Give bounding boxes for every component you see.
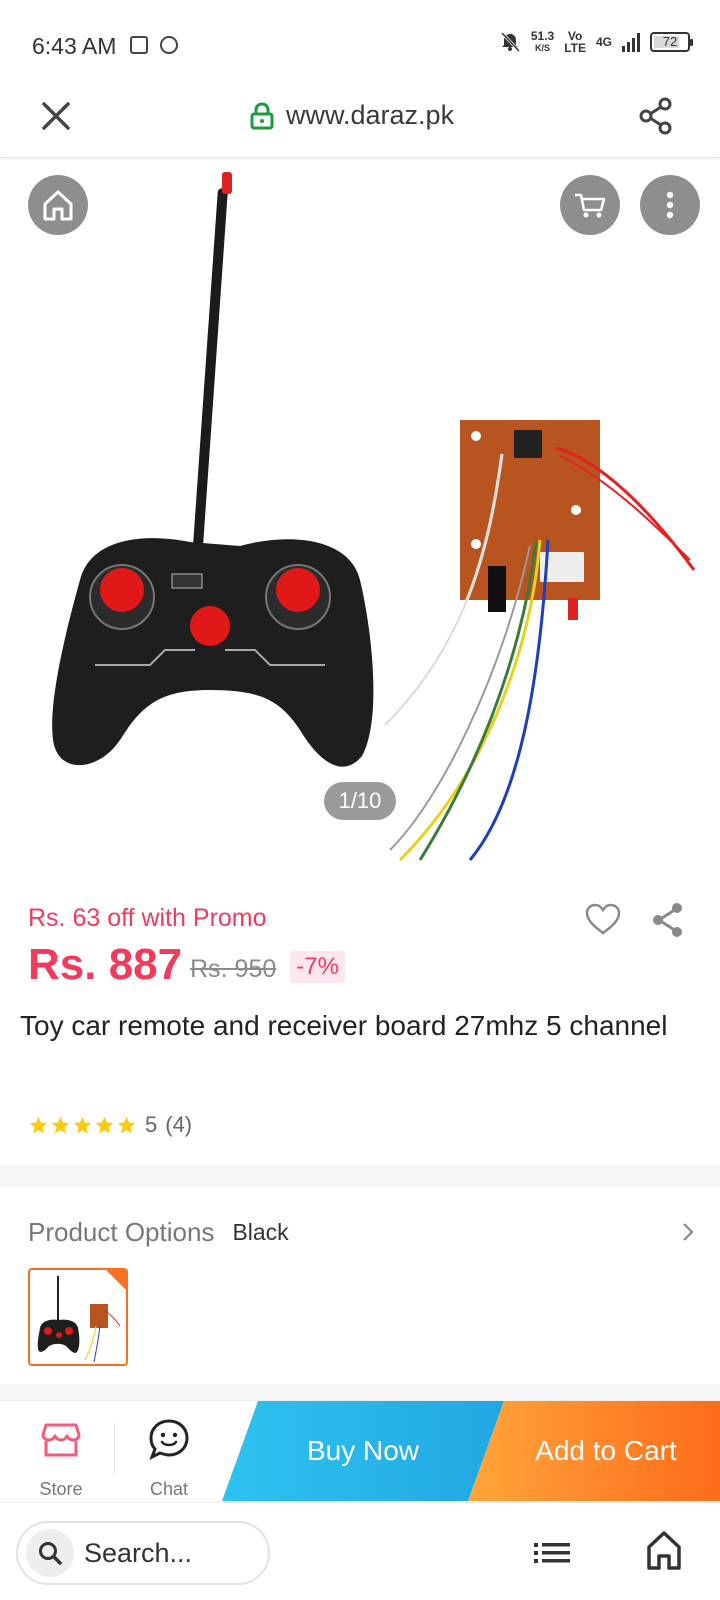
chat-button[interactable]: Chat — [124, 1401, 214, 1501]
net-speed-value: 51.3 — [530, 29, 555, 43]
net-speed-unit: K/S — [535, 43, 551, 53]
product-action-bar: Store Chat Buy Now Add to Cart — [0, 1400, 720, 1501]
discount-badge: -7% — [290, 951, 345, 983]
review-count: (4) — [165, 1112, 193, 1137]
browser-bottom-bar — [0, 1502, 720, 1600]
store-button[interactable]: Store — [16, 1401, 106, 1501]
action-divider — [114, 1423, 115, 1475]
product-image-gallery[interactable]: 1/10 — [0, 160, 720, 880]
store-icon — [41, 1423, 81, 1457]
message-notification-icon — [160, 36, 178, 54]
cart-button[interactable] — [560, 175, 620, 235]
chevron-right-icon — [683, 1223, 694, 1241]
product-title: Toy car remote and receiver board 27mhz … — [20, 1010, 668, 1041]
mute-bell-icon — [500, 31, 520, 53]
original-price: Rs. 950 — [190, 954, 277, 983]
close-button[interactable] — [36, 96, 76, 136]
star-icon — [51, 1116, 70, 1133]
cart-icon — [575, 193, 606, 218]
list-menu-icon — [534, 1543, 570, 1563]
url-display[interactable]: www.daraz.pk — [250, 100, 454, 131]
battery-percent: 72 — [662, 34, 678, 49]
option-thumbnail[interactable] — [28, 1268, 128, 1366]
battery-icon: 72 — [650, 32, 693, 52]
status-time: 6:43 AM — [32, 33, 117, 59]
star-rating — [28, 1115, 137, 1136]
home-icon — [647, 1531, 681, 1570]
star-icon — [73, 1116, 92, 1133]
home-button[interactable] — [28, 175, 88, 235]
status-indicators: 51.3 K/S Vo LTE 4G 72 — [499, 30, 693, 54]
options-selected-value: Black — [232, 1218, 289, 1245]
star-icon — [95, 1116, 114, 1133]
heart-icon — [585, 903, 621, 935]
search-input[interactable] — [84, 1537, 254, 1569]
lock-icon — [250, 101, 274, 129]
browser-url-bar: www.daraz.pk — [0, 78, 720, 158]
promo-text[interactable]: Rs. 63 off with Promo — [28, 904, 267, 933]
signal-icon — [622, 32, 640, 52]
star-icon — [117, 1116, 136, 1133]
store-label: Store — [39, 1479, 83, 1499]
search-icon — [39, 1542, 62, 1565]
volte-indicator: Vo LTE — [564, 30, 586, 54]
menu-button[interactable] — [532, 1533, 572, 1573]
url-text: www.daraz.pk — [286, 100, 455, 130]
star-icon — [29, 1116, 48, 1133]
network-type: 4G — [595, 35, 612, 49]
wishlist-button[interactable] — [584, 902, 624, 938]
section-divider — [0, 1384, 720, 1400]
current-price: Rs. 887 — [28, 940, 183, 989]
product-options-row[interactable]: Product Options Black — [28, 1212, 698, 1252]
selected-corner-marker — [106, 1270, 126, 1290]
volte-bottom: LTE — [564, 41, 586, 55]
price-row: Rs. 887 Rs. 950 -7% — [28, 940, 345, 990]
home-icon — [43, 190, 73, 221]
image-counter: 1/10 — [324, 782, 396, 820]
browser-home-button[interactable] — [646, 1529, 682, 1571]
net-speed: 51.3 K/S — [531, 30, 554, 54]
chat-label: Chat — [149, 1479, 189, 1499]
more-vertical-icon — [666, 191, 674, 219]
share-icon — [653, 903, 682, 937]
share-product-button[interactable] — [648, 900, 688, 940]
add-to-cart-button[interactable]: Add to Cart — [468, 1401, 720, 1501]
more-options-button[interactable] — [640, 175, 700, 235]
close-icon — [42, 102, 70, 130]
notification-icons — [130, 36, 178, 54]
chat-icon — [149, 1419, 189, 1461]
options-label: Product Options — [28, 1216, 215, 1247]
search-box[interactable] — [16, 1521, 270, 1585]
rating-value: 5 — [145, 1112, 158, 1137]
share-icon — [639, 97, 672, 135]
buy-now-button[interactable]: Buy Now — [222, 1401, 504, 1501]
section-divider — [0, 1166, 720, 1186]
rating-row[interactable]: 5 (4) — [28, 1112, 192, 1138]
app-notification-icon — [130, 36, 148, 54]
product-image — [52, 172, 696, 862]
share-page-button[interactable] — [636, 96, 676, 136]
search-icon-wrap — [26, 1529, 74, 1577]
